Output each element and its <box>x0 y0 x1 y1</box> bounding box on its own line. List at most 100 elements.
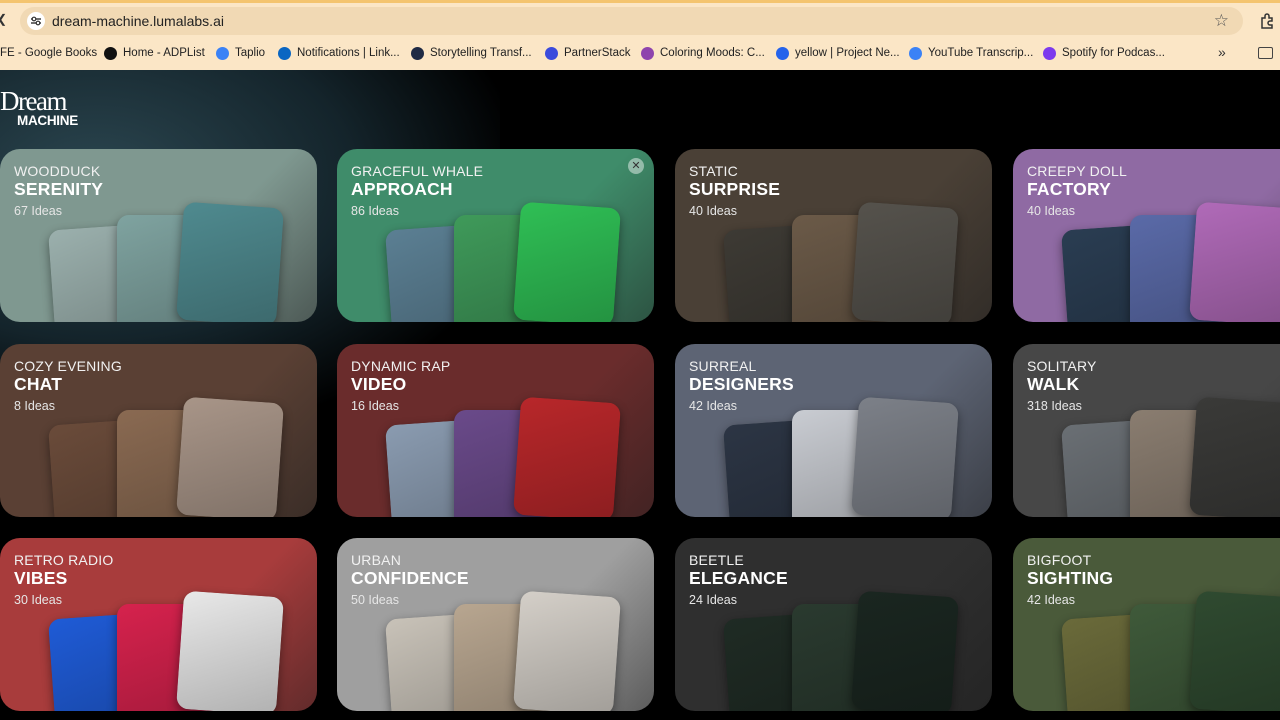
idea-thumbnail <box>176 201 284 322</box>
youtube-transcript-icon <box>909 46 922 60</box>
card-title: VIDEO <box>351 374 407 394</box>
idea-card[interactable]: WOODDUCK SERENITY 67 Ideas <box>0 149 317 322</box>
card-title: WALK <box>1027 374 1080 394</box>
idea-card[interactable]: CREEPY DOLL FACTORY 40 Ideas <box>1013 149 1280 322</box>
idea-card[interactable]: BEETLE ELEGANCE 24 Ideas <box>675 538 992 711</box>
card-idea-count: 42 Ideas <box>689 399 737 413</box>
card-title: FACTORY <box>1027 179 1112 199</box>
bookmark-label: Taplio <box>235 47 266 59</box>
idea-thumbnail <box>513 396 621 517</box>
card-idea-count: 42 Ideas <box>1027 593 1075 607</box>
card-idea-count: 40 Ideas <box>1027 204 1075 218</box>
idea-card[interactable]: COZY EVENING CHAT 8 Ideas <box>0 344 317 517</box>
card-subtitle: DYNAMIC RAP <box>351 358 451 374</box>
site-settings-icon[interactable] <box>27 12 45 30</box>
bookmark-item[interactable]: Home - ADPList <box>104 44 205 62</box>
bookmark-item[interactable]: Taplio <box>216 44 265 62</box>
card-subtitle: GRACEFUL WHALE <box>351 163 484 179</box>
card-subtitle: BEETLE <box>689 552 744 568</box>
bookmark-label: Spotify for Podcas... <box>1062 47 1165 59</box>
idea-card[interactable]: URBAN CONFIDENCE 50 Ideas <box>337 538 654 711</box>
card-subtitle: BIGFOOT <box>1027 552 1092 568</box>
logo-machine[interactable]: MACHINE <box>17 113 78 128</box>
partnerstack-icon <box>545 46 558 60</box>
bookmark-label: Home - ADPList <box>123 47 205 59</box>
card-idea-count: 16 Ideas <box>351 399 399 413</box>
card-title: ELEGANCE <box>689 568 788 588</box>
linkedin-icon <box>278 46 291 60</box>
idea-thumbnail <box>851 396 959 517</box>
card-subtitle: CREEPY DOLL <box>1027 163 1127 179</box>
bookmark-item[interactable]: FE - Google Books <box>0 44 97 62</box>
idea-thumbnail <box>851 201 959 322</box>
idea-thumbnail <box>176 590 284 711</box>
bookmark-item[interactable]: Notifications | Link... <box>278 44 400 62</box>
idea-thumbnail <box>513 201 621 322</box>
card-idea-count: 30 Ideas <box>14 593 62 607</box>
idea-card[interactable]: GRACEFUL WHALE APPROACH 86 Ideas ✕ <box>337 149 654 322</box>
card-idea-count: 24 Ideas <box>689 593 737 607</box>
card-subtitle: RETRO RADIO <box>14 552 114 568</box>
idea-thumbnail <box>1189 590 1280 711</box>
card-idea-count: 67 Ideas <box>14 204 62 218</box>
card-subtitle: URBAN <box>351 552 402 568</box>
extensions-icon[interactable] <box>1258 12 1276 30</box>
idea-thumbnail <box>851 590 959 711</box>
bookmark-item[interactable]: Coloring Moods: C... <box>641 44 765 62</box>
card-title: VIBES <box>14 568 68 588</box>
ne-icon <box>776 46 789 60</box>
card-title: CHAT <box>14 374 63 394</box>
bookmark-label: FE - Google Books <box>0 47 98 59</box>
card-title: CONFIDENCE <box>351 568 469 588</box>
card-idea-count: 8 Ideas <box>14 399 56 413</box>
bookmark-label: YouTube Transcrip... <box>928 47 1034 59</box>
spotify-icon <box>1043 46 1056 60</box>
dream-machine-page: Dream MACHINE WOODDUCK SERENITY 67 Ideas GR… <box>0 70 1280 720</box>
idea-card[interactable]: RETRO RADIO VIBES 30 Ideas <box>0 538 317 711</box>
idea-card[interactable]: SOLITARY WALK 318 Ideas <box>1013 344 1280 517</box>
card-idea-count: 40 Ideas <box>689 204 737 218</box>
bookmark-label: Coloring Moods: C... <box>660 47 765 59</box>
card-title: SURPRISE <box>689 179 781 199</box>
card-subtitle: SOLITARY <box>1027 358 1097 374</box>
ltx-icon <box>411 46 424 60</box>
close-icon[interactable]: ✕ <box>628 158 644 174</box>
card-idea-count: 318 Ideas <box>1027 399 1082 413</box>
idea-card[interactable]: DYNAMIC RAP VIDEO 16 Ideas <box>337 344 654 517</box>
taplio-icon <box>216 46 229 60</box>
address-bar[interactable]: dream-machine.lumalabs.ai ☆ <box>20 7 1243 35</box>
card-idea-count: 86 Ideas <box>351 204 399 218</box>
folder-icon[interactable] <box>1258 47 1273 59</box>
card-subtitle: STATIC <box>689 163 738 179</box>
idea-card[interactable]: SURREAL DESIGNERS 42 Ideas <box>675 344 992 517</box>
bookmark-label: Notifications | Link... <box>297 47 400 59</box>
bookmark-item[interactable]: PartnerStack <box>545 44 630 62</box>
bookmark-star-icon[interactable]: ☆ <box>1214 11 1229 31</box>
idea-card[interactable]: STATIC SURPRISE 40 Ideas <box>675 149 992 322</box>
bookmark-item[interactable]: Spotify for Podcas... <box>1043 44 1165 62</box>
more-bookmarks-icon[interactable]: » <box>1218 44 1226 60</box>
back-arrow-icon[interactable]: ❮ <box>0 12 7 26</box>
bookmark-label: Storytelling Transf... <box>430 47 532 59</box>
card-subtitle: SURREAL <box>689 358 757 374</box>
idea-thumbnail <box>513 590 621 711</box>
card-title: DESIGNERS <box>689 374 794 394</box>
bookmark-item[interactable]: yellow | Project Ne... <box>776 44 900 62</box>
idea-thumbnail <box>176 396 284 517</box>
card-title: SERENITY <box>14 179 104 199</box>
idea-thumbnail <box>1189 201 1280 322</box>
idea-card[interactable]: BIGFOOT SIGHTING 42 Ideas <box>1013 538 1280 711</box>
card-title: SIGHTING <box>1027 568 1114 588</box>
url-text[interactable]: dream-machine.lumalabs.ai <box>52 13 224 29</box>
bookmark-item[interactable]: YouTube Transcrip... <box>909 44 1033 62</box>
card-subtitle: COZY EVENING <box>14 358 122 374</box>
bookmark-label: yellow | Project Ne... <box>795 47 900 59</box>
idea-thumbnail <box>1189 396 1280 517</box>
card-subtitle: WOODDUCK <box>14 163 101 179</box>
adplist-icon <box>104 46 117 60</box>
window-accent-bar <box>0 0 1280 3</box>
bookmark-label: PartnerStack <box>564 47 631 59</box>
bookmark-item[interactable]: Storytelling Transf... <box>411 44 532 62</box>
card-idea-count: 50 Ideas <box>351 593 399 607</box>
bookmarks-bar: FE - Google Books Home - ADPList Taplio Not… <box>0 44 1280 62</box>
